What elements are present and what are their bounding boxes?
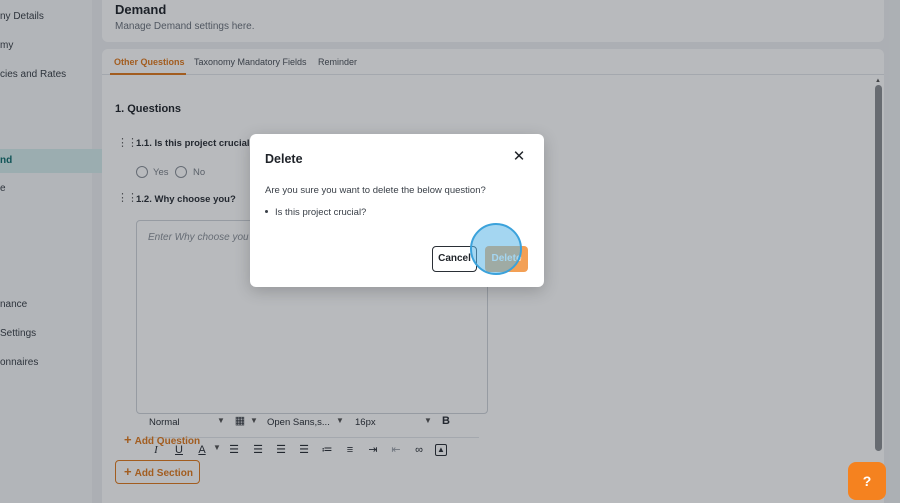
delete-dialog: Delete ✕ Are you sure you want to delete… — [250, 134, 544, 287]
bullet-icon — [265, 210, 268, 213]
click-indicator — [470, 223, 522, 275]
close-icon[interactable]: ✕ — [512, 149, 526, 164]
dialog-item: Is this project crucial? — [265, 207, 366, 218]
help-button[interactable]: ? — [848, 462, 886, 500]
dialog-title: Delete — [265, 152, 303, 166]
dialog-item-text: Is this project crucial? — [275, 207, 367, 218]
help-icon: ? — [862, 473, 872, 489]
dialog-message: Are you sure you want to delete the belo… — [265, 185, 486, 196]
